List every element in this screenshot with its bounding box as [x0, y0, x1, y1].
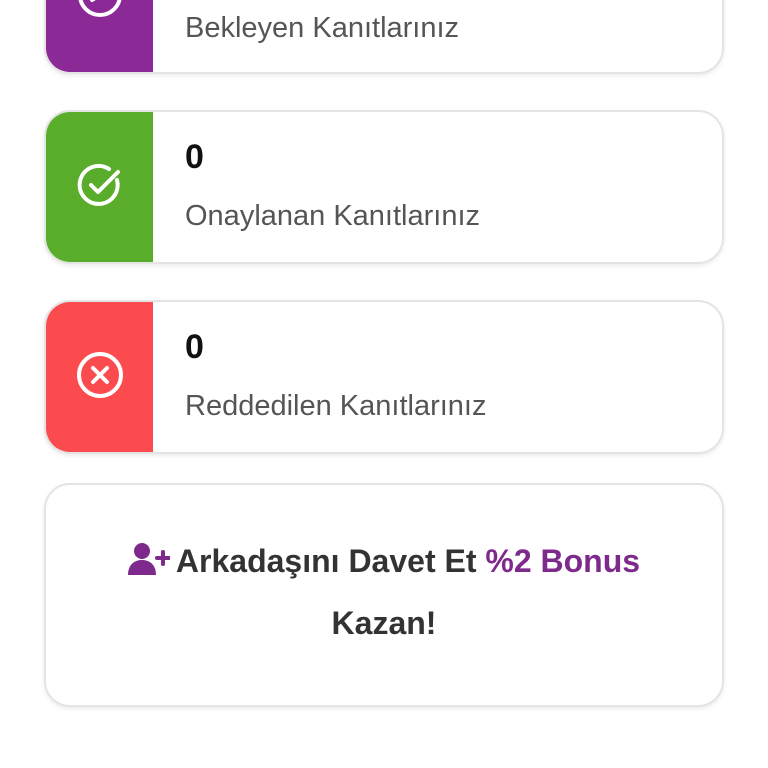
approved-icon-box [46, 112, 153, 262]
rejected-text: 0 Reddedilen Kanıtlarınız [153, 302, 722, 452]
user-plus-icon [127, 536, 171, 594]
proof-summary-page: Bekleyen Kanıtlarınız 0 Onaylanan Kanıtl… [0, 0, 768, 768]
invite-message: Arkadaşını Davet Et %2 Bonus Kazan! [126, 532, 642, 652]
pending-icon-box [46, 0, 153, 72]
x-circle-icon [73, 348, 127, 407]
invite-bonus-text: %2 Bonus [485, 543, 641, 579]
pending-text: Bekleyen Kanıtlarınız [153, 0, 722, 72]
pending-proofs-card[interactable]: Bekleyen Kanıtlarınız [44, 0, 724, 74]
rejected-label: Reddedilen Kanıtlarınız [185, 390, 487, 422]
invite-text-after: Kazan! [331, 605, 437, 641]
approved-count: 0 [185, 138, 204, 176]
approved-proofs-card[interactable]: 0 Onaylanan Kanıtlarınız [44, 110, 724, 264]
invite-friend-card[interactable]: Arkadaşını Davet Et %2 Bonus Kazan! [44, 483, 724, 707]
rejected-proofs-card[interactable]: 0 Reddedilen Kanıtlarınız [44, 300, 724, 454]
approved-text: 0 Onaylanan Kanıtlarınız [153, 112, 722, 262]
rejected-icon-box [46, 302, 153, 452]
invite-text-before: Arkadaşını Davet Et [175, 543, 486, 579]
pending-label: Bekleyen Kanıtlarınız [185, 12, 460, 44]
approved-label: Onaylanan Kanıtlarınız [185, 200, 481, 232]
check-circle-icon [73, 158, 127, 217]
clock-icon [73, 0, 127, 27]
rejected-count: 0 [185, 328, 204, 366]
